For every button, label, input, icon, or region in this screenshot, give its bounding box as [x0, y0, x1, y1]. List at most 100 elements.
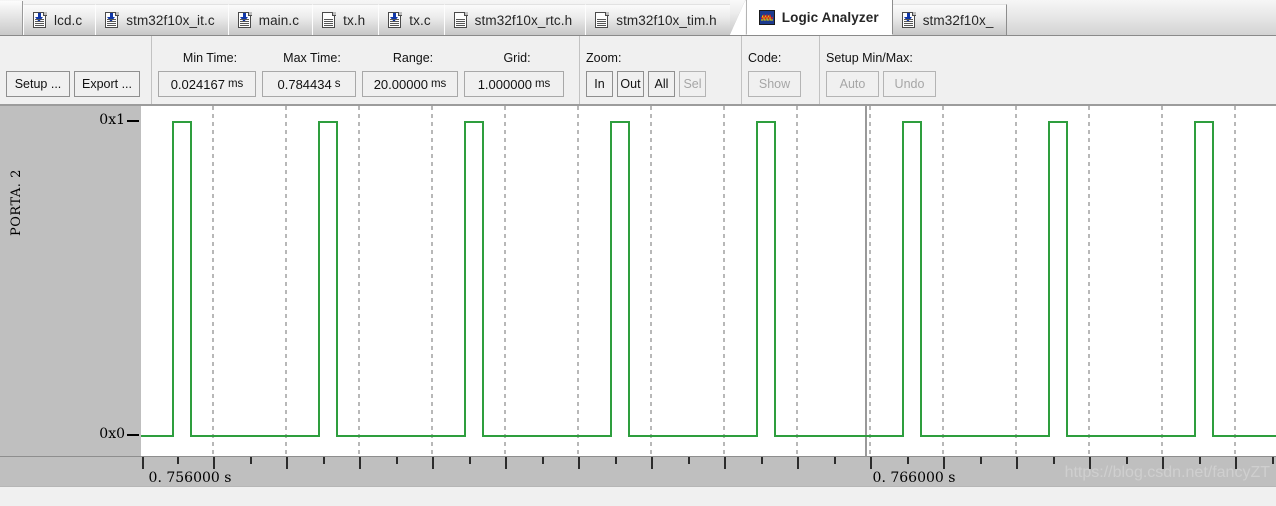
y-axis-high-tick: [127, 120, 139, 122]
c-file-icon: [901, 12, 916, 28]
grid-field[interactable]: 1.000000 ms: [464, 71, 564, 97]
tab-logic-analyzer[interactable]: Logic Analyzer: [745, 0, 893, 35]
axis-tick-major: [870, 457, 872, 469]
axis-tick-minor: [469, 457, 471, 464]
y-axis-low-tick: [127, 434, 139, 436]
code-show-button: Show: [748, 71, 801, 97]
axis-tick-minor: [834, 457, 836, 464]
button-label: All: [654, 77, 669, 91]
channel-name-label: PORTA. 2: [9, 169, 24, 236]
axis-tick-minor: [177, 457, 179, 464]
axis-tick-major: [142, 457, 144, 469]
tab-tx-c[interactable]: tx.c: [378, 4, 445, 35]
axis-tick-minor: [1053, 457, 1055, 464]
button-label: In: [594, 77, 605, 91]
axis-tick-minor: [1126, 457, 1128, 464]
tab-label: stm32f10x_: [922, 12, 994, 28]
actions-group-spacer: [6, 47, 145, 69]
channel-label-gutter: PORTA. 2 0x1 0x0: [0, 106, 141, 456]
code-group-title: Code:: [748, 51, 782, 65]
grid-label: Grid:: [503, 51, 531, 65]
tab-label: stm32f10x_it.c: [126, 12, 215, 28]
tab-stm32f10x-it-c[interactable]: stm32f10x_it.c: [95, 4, 229, 35]
waveform-svg: [141, 106, 1276, 456]
tab-bar-leading-edge: [0, 1, 23, 35]
range-value: 20.00000: [373, 76, 428, 92]
logic-analyzer-window: lcd.c stm32f10x_it.c main.c tx.h tx.c stm32f1…: [0, 0, 1276, 506]
range-field[interactable]: 20.00000 ms: [362, 71, 458, 97]
axis-tick-major: [505, 457, 507, 469]
min-time-field[interactable]: 0.024167 ms: [158, 71, 256, 97]
tab-lcd-c[interactable]: lcd.c: [23, 4, 97, 35]
button-label: Sel: [683, 77, 702, 91]
waveform-canvas[interactable]: [141, 106, 1276, 456]
tab-label: stm32f10x_rtc.h: [474, 12, 573, 28]
tab-main-c[interactable]: main.c: [227, 4, 314, 35]
axis-tick-minor: [250, 457, 252, 464]
axis-tick-minor: [1272, 457, 1274, 464]
logic-analyzer-icon: [758, 9, 775, 25]
tab-stm32f10x[interactable]: stm32f10x_: [891, 4, 1008, 35]
minmax-group-title: Setup Min/Max:: [826, 51, 913, 65]
axis-tick-major: [213, 457, 215, 469]
toolbar-group-code: Code: Show: [742, 36, 820, 104]
axis-tick-major: [359, 457, 361, 469]
axis-tick-major: [1016, 457, 1018, 469]
tab-stm32f10x-rtc-h[interactable]: stm32f10x_rtc.h: [443, 4, 587, 35]
zoom-all-button[interactable]: All: [648, 71, 675, 97]
signal-waveform-trace: [141, 121, 1276, 437]
time-axis-label: 0. 756000 s: [148, 470, 232, 486]
setup-button[interactable]: Setup ...: [6, 71, 70, 97]
toolbar-group-zoom: Zoom: In Out All Sel: [580, 36, 742, 104]
button-label: Out: [620, 77, 641, 91]
grid-unit: ms: [534, 78, 551, 90]
export-button[interactable]: Export ...: [74, 71, 140, 97]
max-time-unit: s: [334, 78, 341, 90]
axis-tick-major: [651, 457, 653, 469]
axis-tick-minor: [615, 457, 617, 464]
max-time-field[interactable]: 0.784434 s: [262, 71, 356, 97]
h-file-icon: [595, 12, 610, 28]
time-axis-line: [0, 456, 1276, 457]
axis-tick-minor: [761, 457, 763, 464]
min-time-unit: ms: [227, 78, 244, 90]
watermark-text: https://blog.csdn.net/fancyZT: [1064, 464, 1270, 481]
axis-tick-major: [578, 457, 580, 469]
button-label: Undo: [894, 77, 925, 91]
axis-tick-minor: [688, 457, 690, 464]
zoom-group-title: Zoom:: [586, 51, 622, 65]
axis-tick-minor: [542, 457, 544, 464]
toolbar-group-minmax: Setup Min/Max: Auto Undo: [820, 36, 942, 104]
status-bar: [0, 486, 1276, 506]
tab-label: lcd.c: [54, 12, 83, 28]
axis-tick-minor: [907, 457, 909, 464]
tab-stm32f10x-tim-h[interactable]: stm32f10x_tim.h: [585, 4, 731, 35]
tab-label: Logic Analyzer: [781, 9, 879, 25]
toolbar-group-time-fields: Min Time: Max Time: Range: Grid: 0.024167 ms…: [152, 36, 580, 104]
max-time-value: 0.784434: [277, 76, 332, 92]
zoom-out-button[interactable]: Out: [617, 71, 644, 97]
h-file-icon: [453, 12, 468, 28]
y-axis-high-label: 0x1: [99, 112, 125, 128]
toolbar-group-actions: Setup ... Export ...: [0, 36, 152, 104]
waveform-plot-area[interactable]: PORTA. 2 0x1 0x0 0. 756000 s 0. 766000 s …: [0, 105, 1276, 486]
minmax-undo-button: Undo: [883, 71, 936, 97]
zoom-sel-button: Sel: [679, 71, 706, 97]
axis-tick-major: [724, 457, 726, 469]
axis-tick-minor: [1199, 457, 1201, 464]
max-time-label: Max Time:: [283, 51, 341, 65]
minmax-auto-button: Auto: [826, 71, 879, 97]
axis-tick-major: [797, 457, 799, 469]
c-file-icon: [33, 12, 47, 28]
zoom-in-button[interactable]: In: [586, 71, 613, 97]
tab-label: main.c: [258, 12, 300, 28]
tab-label: tx.h: [343, 12, 366, 28]
axis-tick-minor: [323, 457, 325, 464]
button-label: Show: [758, 77, 791, 91]
axis-tick-minor: [396, 457, 398, 464]
axis-tick-major: [432, 457, 434, 469]
range-label: Range:: [392, 51, 434, 65]
c-file-icon: [388, 12, 403, 28]
c-file-icon: [237, 12, 252, 28]
tab-tx-h[interactable]: tx.h: [312, 4, 380, 35]
